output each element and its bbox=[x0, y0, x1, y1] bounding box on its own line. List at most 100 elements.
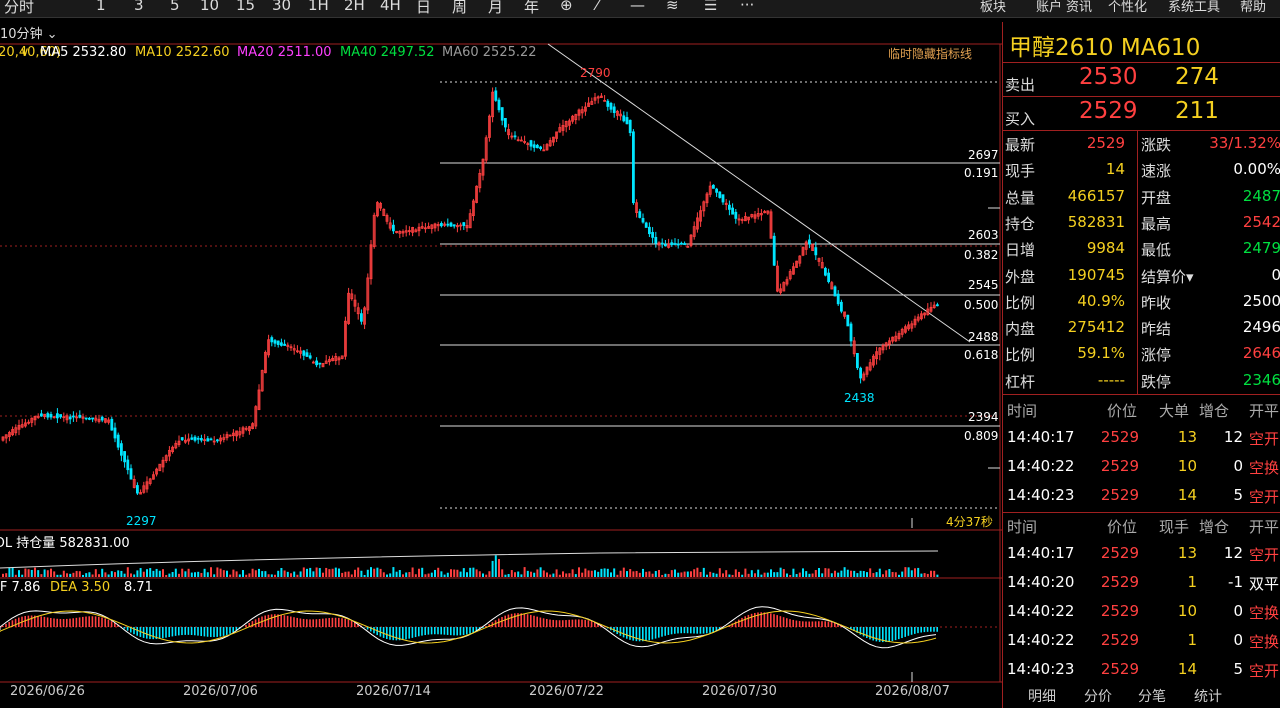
macd-bar bbox=[165, 627, 167, 638]
macd-bar bbox=[123, 627, 126, 629]
volume-bar bbox=[293, 571, 296, 577]
macd-bar bbox=[2, 625, 4, 627]
cell-chg: 12 bbox=[1223, 544, 1243, 562]
candle-body bbox=[936, 304, 939, 307]
volume-bar bbox=[344, 571, 347, 577]
macd-bar bbox=[270, 614, 273, 627]
stat-value: 2542 bbox=[1242, 212, 1280, 231]
volume-bar bbox=[824, 568, 827, 577]
period-selector[interactable]: 10分钟 ⌄ bbox=[0, 23, 58, 42]
macd-bar bbox=[107, 619, 110, 627]
tab-ticks[interactable]: 分笔 bbox=[1138, 686, 1166, 706]
candle-body bbox=[638, 211, 642, 218]
volume-bar bbox=[744, 568, 747, 577]
stat-value: 14 bbox=[1105, 160, 1125, 179]
macd-bar bbox=[280, 614, 282, 627]
volume-bar bbox=[706, 574, 708, 577]
macd-bar bbox=[754, 612, 756, 627]
volume-bar bbox=[242, 570, 244, 577]
macd-bar bbox=[562, 620, 564, 627]
volume-bar bbox=[62, 570, 65, 577]
candle-body bbox=[49, 414, 53, 418]
macd-bar bbox=[203, 627, 206, 637]
volume-bar bbox=[581, 572, 584, 577]
cell-time: 14:40:23 bbox=[1007, 486, 1075, 504]
volume-bar bbox=[834, 570, 836, 577]
stat-value: 2500 bbox=[1242, 291, 1280, 310]
macd-bar bbox=[24, 615, 26, 627]
volume-bar bbox=[709, 571, 712, 577]
macd-bar bbox=[200, 627, 202, 637]
volume-bar bbox=[747, 573, 750, 577]
macd-bar bbox=[104, 618, 106, 627]
volume-bar bbox=[136, 570, 139, 577]
candle-body bbox=[772, 235, 776, 266]
volume-bar bbox=[274, 574, 276, 577]
volume-bar bbox=[75, 570, 78, 577]
menu-tools[interactable]: 系统工具 bbox=[1168, 0, 1220, 15]
candle-body bbox=[359, 313, 363, 322]
macd-bar bbox=[654, 627, 657, 639]
macd-bar bbox=[296, 617, 298, 627]
volume-bar bbox=[462, 568, 465, 577]
volume-bar bbox=[264, 571, 267, 577]
volume-bar bbox=[680, 572, 683, 577]
volume-bar bbox=[664, 573, 667, 577]
volume-bar bbox=[549, 574, 552, 577]
macd-bar bbox=[440, 627, 442, 635]
volume-bar bbox=[200, 572, 203, 577]
volume-bar bbox=[757, 569, 760, 577]
macd-bar bbox=[347, 619, 350, 627]
volume-bar bbox=[248, 573, 251, 577]
macd-bar bbox=[194, 627, 196, 636]
macd-bar bbox=[776, 615, 778, 627]
volume-bar bbox=[846, 569, 849, 577]
chevron-down-icon[interactable]: ∨ bbox=[20, 45, 30, 60]
menu-account[interactable]: 账户 bbox=[1036, 0, 1062, 15]
volume-bar bbox=[270, 574, 273, 577]
macd-bar bbox=[920, 627, 922, 633]
macd-bar bbox=[814, 621, 817, 627]
volume-bar bbox=[798, 572, 801, 577]
volume-bar bbox=[171, 572, 174, 577]
table-header: 开平 bbox=[1249, 518, 1280, 536]
tab-detail[interactable]: 明细 bbox=[1028, 686, 1056, 706]
volume-bar bbox=[878, 568, 881, 577]
candle-body bbox=[46, 413, 50, 418]
volume-bar bbox=[414, 574, 417, 577]
macd-bar bbox=[72, 618, 74, 627]
macd-bar bbox=[178, 627, 180, 636]
volume-bar bbox=[843, 567, 846, 577]
stat-label: 跌停 bbox=[1141, 372, 1172, 391]
stat-value: 2496 bbox=[1242, 318, 1280, 337]
date-tick: 2026/07/06 bbox=[183, 684, 258, 699]
volume-bar bbox=[418, 568, 420, 577]
tab-price-dist[interactable]: 分价 bbox=[1084, 686, 1112, 706]
volume-bar bbox=[683, 571, 686, 577]
menu-help[interactable]: 帮助 bbox=[1240, 0, 1266, 15]
kline-chart[interactable] bbox=[0, 0, 1002, 708]
volume-bar bbox=[622, 567, 625, 577]
macd-bar bbox=[901, 627, 903, 639]
volume-bar bbox=[837, 572, 840, 577]
candle-body bbox=[539, 146, 542, 150]
recent-low-mark: 2438 bbox=[844, 391, 875, 405]
volume-bar bbox=[389, 573, 392, 577]
candle-body bbox=[664, 244, 667, 247]
candle-body bbox=[446, 223, 450, 226]
menu-personalize[interactable]: 个性化 bbox=[1108, 0, 1147, 15]
volume-bar bbox=[235, 571, 238, 577]
cell-time: 14:40:22 bbox=[1007, 457, 1075, 475]
stat-label: 外盘 bbox=[1005, 267, 1036, 286]
volume-bar bbox=[802, 568, 804, 577]
table-header: 现手 bbox=[1159, 518, 1190, 536]
tab-stats[interactable]: 统计 bbox=[1194, 686, 1222, 706]
volume-bar bbox=[590, 570, 593, 577]
volume-bar bbox=[830, 573, 833, 577]
hide-indicators-button[interactable]: 临时隐藏指标线 bbox=[888, 45, 972, 62]
menu-news[interactable]: 资讯 bbox=[1066, 0, 1092, 15]
volume-bar bbox=[674, 569, 676, 577]
macd-bar bbox=[50, 617, 52, 627]
macd-bar bbox=[558, 620, 561, 627]
macd-bar bbox=[526, 614, 529, 627]
